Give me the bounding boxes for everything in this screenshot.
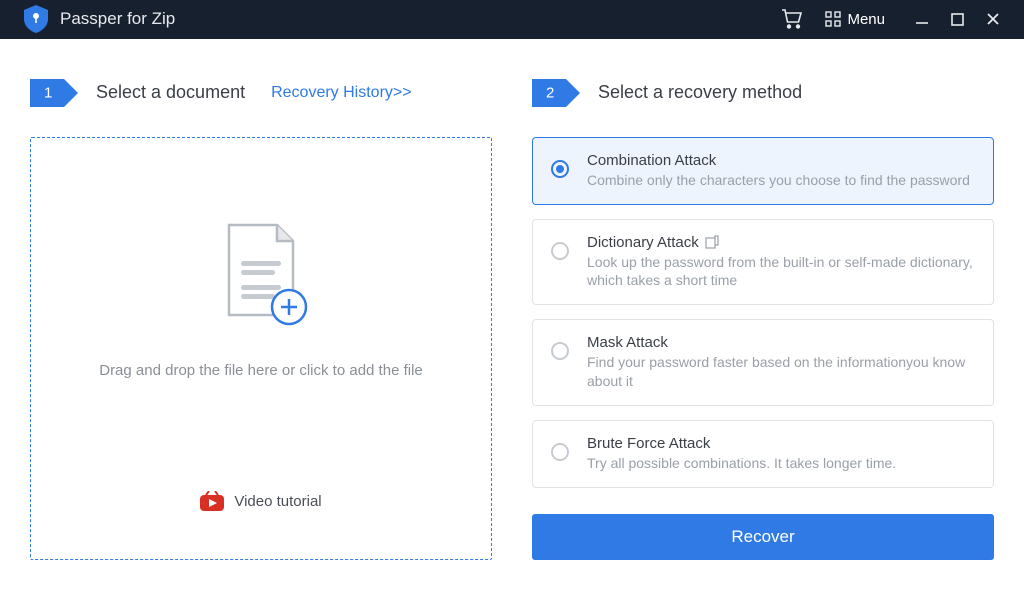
step2-title: Select a recovery method <box>598 82 802 103</box>
method-combination-attack[interactable]: Combination Attack Combine only the char… <box>532 137 994 205</box>
method-desc: Find your password faster based on the i… <box>587 353 975 391</box>
menu-button[interactable]: Menu <box>825 11 885 28</box>
method-desc: Combine only the characters you choose t… <box>587 171 970 190</box>
grid-icon <box>825 11 841 27</box>
recovery-methods: Combination Attack Combine only the char… <box>532 137 994 488</box>
step1-title: Select a document <box>96 82 245 103</box>
radio-dictionary[interactable] <box>551 242 569 260</box>
method-title: Mask Attack <box>587 334 975 351</box>
window-controls <box>915 12 1000 26</box>
step1-badge: 1 <box>30 79 78 107</box>
file-dropzone[interactable]: Drag and drop the file here or click to … <box>30 137 492 560</box>
method-title: Brute Force Attack <box>587 435 896 452</box>
app-title: Passper for Zip <box>60 9 175 29</box>
video-tutorial-link[interactable]: Video tutorial <box>200 491 321 511</box>
minimize-button[interactable] <box>915 12 929 26</box>
recovery-history-link[interactable]: Recovery History>> <box>271 84 412 102</box>
cart-icon[interactable] <box>781 9 803 29</box>
tutorial-label: Video tutorial <box>234 493 321 510</box>
method-title: Dictionary Attack <box>587 234 975 251</box>
content-area: 1 Select a document Recovery History>> <box>0 39 1024 590</box>
method-mask-attack[interactable]: Mask Attack Find your password faster ba… <box>532 319 994 406</box>
method-desc: Try all possible combinations. It takes … <box>587 454 896 473</box>
youtube-icon <box>200 491 224 511</box>
maximize-button[interactable] <box>951 12 964 26</box>
dropzone-text: Drag and drop the file here or click to … <box>99 362 423 379</box>
method-dictionary-attack[interactable]: Dictionary Attack Look up the password f… <box>532 219 994 306</box>
radio-combination[interactable] <box>551 160 569 178</box>
step2-badge: 2 <box>532 79 580 107</box>
method-desc: Look up the password from the built-in o… <box>587 253 975 291</box>
step2-panel: 2 Select a recovery method Combination A… <box>532 79 994 560</box>
recover-button[interactable]: Recover <box>532 514 994 560</box>
radio-brute-force[interactable] <box>551 443 569 461</box>
titlebar: Passper for Zip Menu <box>0 0 1024 39</box>
close-button[interactable] <box>986 12 1000 26</box>
step2-header: 2 Select a recovery method <box>532 79 994 107</box>
step1-panel: 1 Select a document Recovery History>> <box>30 79 492 560</box>
app-window: Passper for Zip Menu <box>0 0 1024 590</box>
step2-number: 2 <box>546 84 554 101</box>
step1-header: 1 Select a document Recovery History>> <box>30 79 492 107</box>
document-icon <box>211 217 311 332</box>
dictionary-import-icon <box>705 235 719 249</box>
app-logo: Passper for Zip <box>24 5 175 33</box>
method-title: Combination Attack <box>587 152 970 169</box>
radio-mask[interactable] <box>551 342 569 360</box>
shield-icon <box>24 5 48 33</box>
method-brute-force-attack[interactable]: Brute Force Attack Try all possible comb… <box>532 420 994 488</box>
menu-label: Menu <box>847 11 885 28</box>
step1-number: 1 <box>44 84 52 101</box>
titlebar-controls: Menu <box>781 9 1000 29</box>
